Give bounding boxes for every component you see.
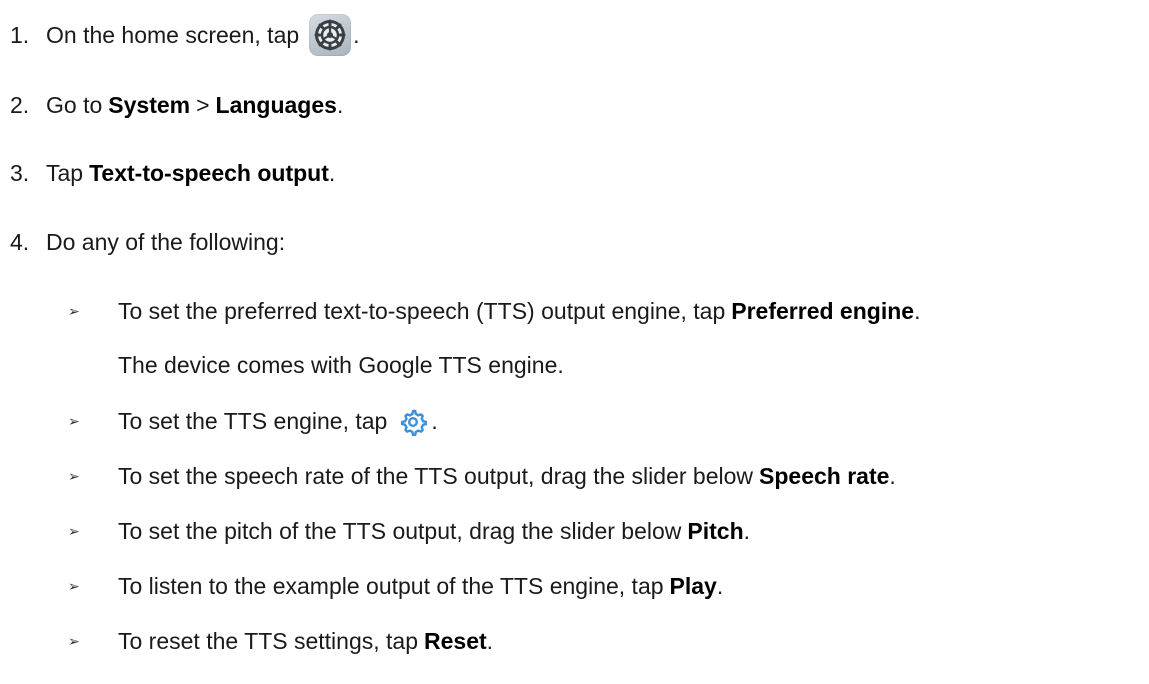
step-text-end: . <box>353 22 360 48</box>
path-separator: > <box>196 92 210 118</box>
bullet-text: To set the pitch of the TTS output, drag… <box>118 518 682 544</box>
step-number: 1. <box>10 22 30 48</box>
bullet-arrow-icon: ➢ <box>68 633 80 649</box>
bullet-text-end: . <box>486 628 494 654</box>
bullet-text: To set the preferred text-to-speech (TTS… <box>118 298 726 324</box>
step-text-end: . <box>336 92 344 118</box>
menu-system: System <box>108 92 191 118</box>
step-number: 4. <box>10 229 30 255</box>
bullet-arrow-icon: ➢ <box>68 413 80 429</box>
bullet-text: To set the speech rate of the TTS output… <box>118 463 754 489</box>
step-text-end: . <box>328 160 336 186</box>
bullet-text-end: . <box>716 573 724 599</box>
option-preferred-engine: Preferred engine <box>731 298 915 324</box>
bullet-arrow-icon: ➢ <box>68 303 80 319</box>
bullet-text-end: . <box>743 518 751 544</box>
option-pitch: Pitch <box>687 518 744 544</box>
step-number: 2. <box>10 92 30 118</box>
bullet-text-end: . <box>889 463 896 489</box>
option-play: Play <box>669 573 717 599</box>
step-text: Do any of the following: <box>46 229 286 255</box>
step-text: Go to <box>46 92 103 118</box>
bullet-note: The device comes with Google TTS engine. <box>118 352 564 378</box>
bullet-arrow-icon: ➢ <box>68 578 80 594</box>
bullet-text-end: . <box>431 408 438 434</box>
bullet-arrow-icon: ➢ <box>68 468 80 484</box>
step-text: On the home screen, tap <box>46 22 300 48</box>
bullet-text: To listen to the example output of the T… <box>118 573 664 599</box>
bullet-text-end: . <box>914 298 921 324</box>
menu-languages: Languages <box>215 92 337 118</box>
step-number: 3. <box>10 160 30 186</box>
settings-app-icon <box>309 14 352 56</box>
menu-text-to-speech-output: Text-to-speech output <box>89 160 329 186</box>
bullet-arrow-icon: ➢ <box>68 523 80 539</box>
option-speech-rate: Speech rate <box>759 463 890 489</box>
bullet-text: To set the TTS engine, tap <box>118 408 388 434</box>
gear-icon <box>399 408 428 437</box>
option-reset: Reset <box>424 628 487 654</box>
bullet-text: To reset the TTS settings, tap <box>118 628 418 654</box>
step-text: Tap <box>46 160 84 186</box>
